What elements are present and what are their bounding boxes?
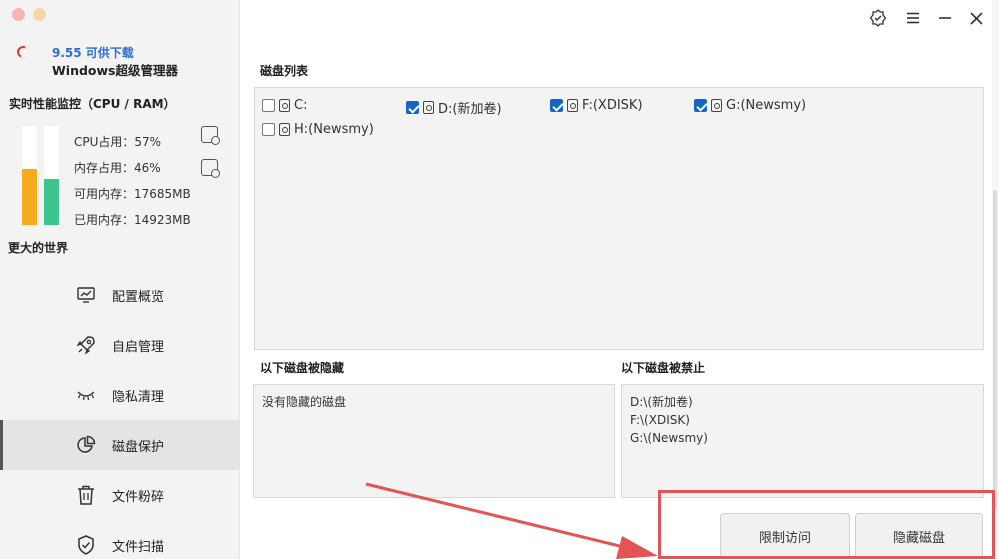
nav-startup-manager[interactable]: 自启管理 <box>0 320 240 370</box>
monitor-chart-icon <box>76 285 96 305</box>
disk-checkbox[interactable] <box>262 123 275 136</box>
nav-disk-protect[interactable]: 磁盘保护 <box>0 420 240 470</box>
disabled-disks-box: D:\(新加卷) F:\(XDISK) G:\(Newsmy) <box>621 384 984 498</box>
disk-item-f[interactable]: F:(XDISK) <box>550 98 643 113</box>
disk-checkbox[interactable] <box>406 101 419 114</box>
perf-monitor-title: 实时性能监控（CPU / RAM） <box>9 97 176 111</box>
mem-usage-label: 内存占用：46% <box>74 161 161 175</box>
disk-label: F:(XDISK) <box>582 98 643 113</box>
used-mem-label: 已用内存：14923MB <box>74 213 191 227</box>
scrollbar[interactable] <box>992 0 999 559</box>
nav-config-overview[interactable]: 配置概览 <box>0 270 240 320</box>
nav-privacy-clean[interactable]: 隐私清理 <box>0 370 240 420</box>
disabled-disks-title: 以下磁盘被禁止 <box>621 361 706 375</box>
disk-list-title: 磁盘列表 <box>260 64 309 78</box>
available-mem-label: 可用内存：17685MB <box>74 187 191 201</box>
scrollbar-thumb[interactable] <box>993 190 997 510</box>
window-close-dot[interactable] <box>12 8 25 21</box>
hard-drive-icon <box>279 99 290 112</box>
tagline: 更大的世界 <box>8 241 69 255</box>
rocket-icon <box>76 335 96 355</box>
hidden-disks-text: 没有隐藏的磁盘 <box>262 395 347 409</box>
trash-icon <box>76 485 96 505</box>
disk-checkbox[interactable] <box>262 99 275 112</box>
disk-item-g[interactable]: G:(Newsmy) <box>694 98 806 113</box>
window-minimize-dot[interactable] <box>33 8 46 21</box>
close-icon[interactable] <box>966 8 986 28</box>
cpu-usage-label: CPU占用：57% <box>74 135 162 149</box>
nav-label: 磁盘保护 <box>112 439 165 455</box>
nav-label: 隐私清理 <box>112 389 165 405</box>
hard-drive-icon <box>423 101 434 114</box>
disabled-disk-line: G:\(Newsmy) <box>630 431 708 445</box>
pie-chart-icon <box>76 435 96 455</box>
nav-label: 文件粉碎 <box>112 489 165 505</box>
version-link[interactable]: 9.55 可供下载 <box>52 44 134 61</box>
disk-label: G:(Newsmy) <box>726 98 807 113</box>
nav-file-scan[interactable]: 文件扫描 <box>0 520 240 559</box>
nav-file-shred[interactable]: 文件粉碎 <box>0 470 240 520</box>
app-name: Windows超级管理器 <box>52 63 178 78</box>
cpu-usage-fill <box>22 168 37 225</box>
sidebar: 9.55 可供下载 Windows超级管理器 实时性能监控（CPU / RAM）… <box>0 0 240 559</box>
disabled-disk-line: F:\(XDISK) <box>630 413 690 427</box>
cpu-detail-icon[interactable] <box>201 126 220 145</box>
disk-label: C: <box>294 98 308 113</box>
nav-label: 自启管理 <box>112 339 165 355</box>
disk-list-panel: C: D:(新加卷) F:(XDISK) G:(Newsmy) H:(Newsm… <box>254 87 984 350</box>
nav-label: 文件扫描 <box>112 539 165 555</box>
verified-badge-icon[interactable] <box>868 8 888 28</box>
loading-spinner-icon <box>15 44 31 60</box>
minimize-icon[interactable] <box>935 8 955 28</box>
disk-item-d[interactable]: D:(新加卷) <box>406 98 502 117</box>
cpu-usage-bar <box>22 126 37 225</box>
nav-label: 配置概览 <box>112 289 165 305</box>
disk-checkbox[interactable] <box>694 99 707 112</box>
hard-drive-icon <box>279 123 290 136</box>
disk-label: H:(Newsmy) <box>294 122 374 137</box>
mem-usage-bar <box>44 126 59 225</box>
disk-item-h[interactable]: H:(Newsmy) <box>262 122 374 137</box>
hidden-disks-title: 以下磁盘被隐藏 <box>260 361 345 375</box>
closed-eye-icon <box>76 385 96 405</box>
hidden-disks-box: 没有隐藏的磁盘 <box>253 384 615 498</box>
disabled-disk-line: D:\(新加卷) <box>630 395 693 409</box>
disk-label: D:(新加卷) <box>438 102 502 117</box>
hard-drive-icon <box>567 99 578 112</box>
mem-detail-icon[interactable] <box>201 159 220 178</box>
menu-icon[interactable] <box>903 8 923 28</box>
mem-usage-fill <box>44 179 59 225</box>
hide-disk-button[interactable]: 隐藏磁盘 <box>855 513 983 559</box>
shield-check-icon <box>76 535 96 555</box>
disk-item-c[interactable]: C: <box>262 98 307 113</box>
restrict-access-button[interactable]: 限制访问 <box>720 513 850 559</box>
disk-checkbox[interactable] <box>550 99 563 112</box>
hard-drive-icon <box>711 99 722 112</box>
